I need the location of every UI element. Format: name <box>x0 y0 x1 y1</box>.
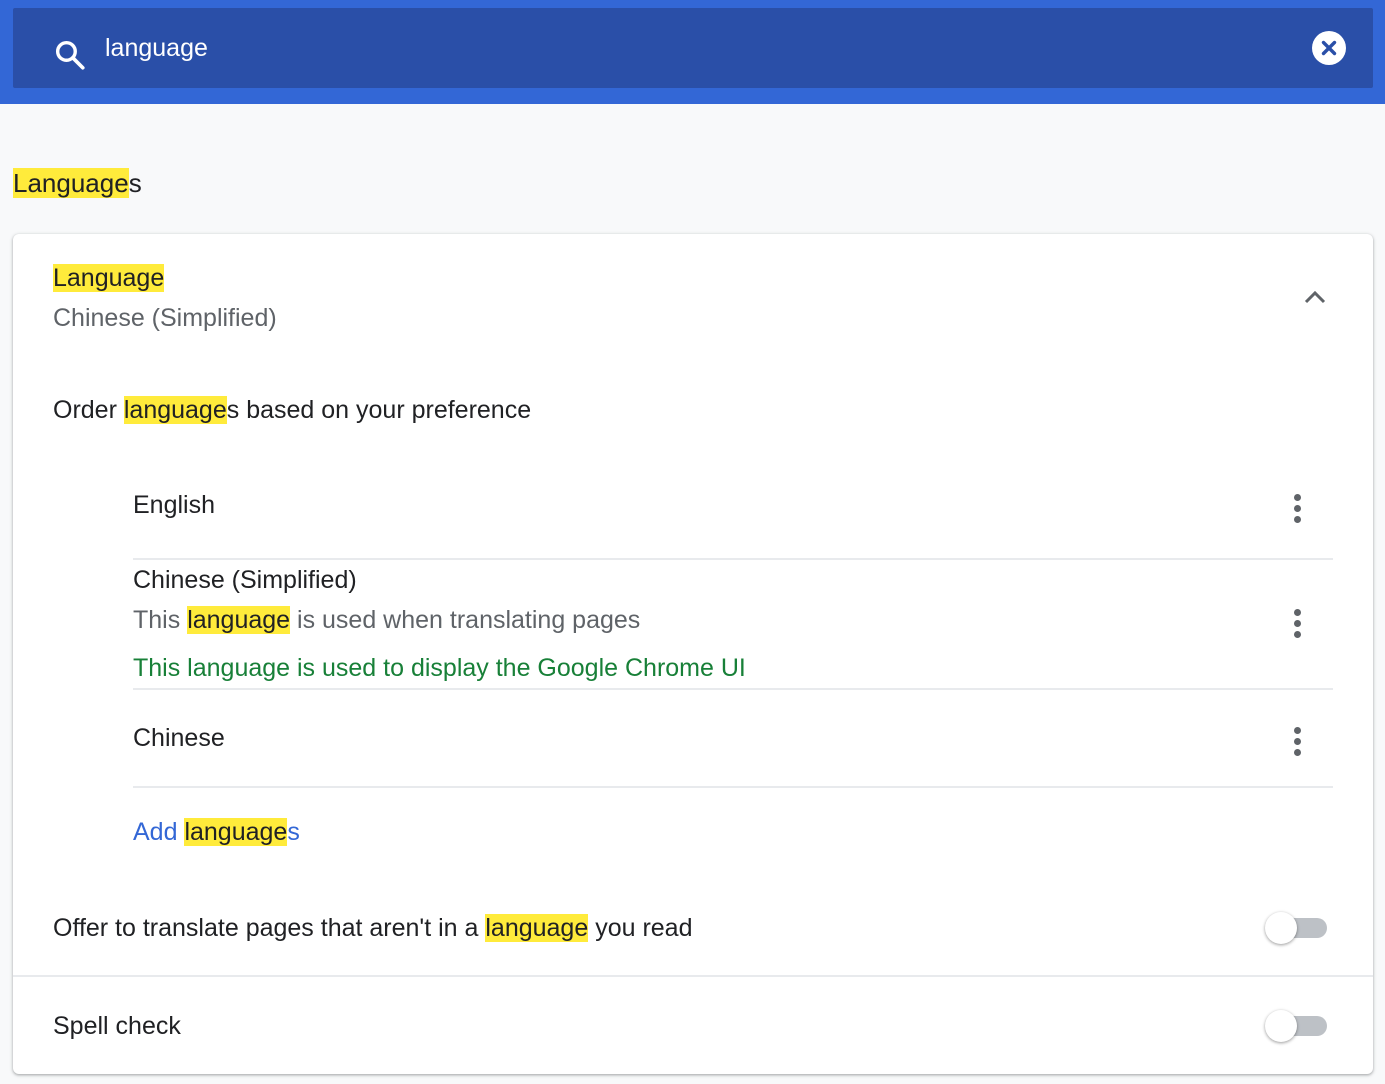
search-highlight: language <box>485 914 589 942</box>
language-name: Chinese (Simplified) <box>133 566 357 594</box>
divider <box>13 975 1373 977</box>
offer-translate-toggle[interactable] <box>1265 911 1327 945</box>
search-icon <box>55 40 85 70</box>
more-options-icon[interactable] <box>1285 491 1309 527</box>
language-dropdown-label[interactable]: Language <box>53 261 165 295</box>
order-languages-label: Order languages based on your preference <box>53 396 532 424</box>
more-options-icon[interactable] <box>1285 606 1309 642</box>
search-input[interactable]: language <box>105 8 208 88</box>
search-highlight: language <box>187 606 291 634</box>
language-item-chinese: Chinese <box>133 690 1333 788</box>
language-item-english: English <box>133 462 1333 560</box>
language-list: English Chinese (Simplified) This langua… <box>133 462 1333 788</box>
more-options-icon[interactable] <box>1285 724 1309 760</box>
search-box[interactable]: language <box>13 8 1373 88</box>
languages-card: Language Chinese (Simplified) Order lang… <box>13 234 1373 1074</box>
language-item-chinese-simplified: Chinese (Simplified) This language is us… <box>133 560 1333 690</box>
offer-translate-label: Offer to translate pages that aren't in … <box>53 914 693 942</box>
translate-note: This language is used when translating p… <box>133 606 641 634</box>
spell-check-toggle[interactable] <box>1265 1009 1327 1043</box>
top-bar: language <box>0 0 1385 104</box>
search-highlight: Language <box>53 264 165 292</box>
search-highlight: language <box>184 818 288 846</box>
section-title: Languages <box>13 168 142 198</box>
close-icon <box>1321 40 1337 56</box>
chevron-up-icon[interactable] <box>1297 282 1333 312</box>
clear-search-button[interactable] <box>1312 31 1346 65</box>
add-languages-link[interactable]: Add languages <box>133 813 300 851</box>
search-highlight: Language <box>13 168 129 198</box>
language-dropdown-value: Chinese (Simplified) <box>53 304 277 332</box>
search-highlight: language <box>123 396 227 424</box>
language-name: English <box>133 491 215 519</box>
spell-check-label: Spell check <box>53 1012 181 1040</box>
ui-language-note: This language is used to display the Goo… <box>133 654 746 682</box>
language-name: Chinese <box>133 724 225 752</box>
